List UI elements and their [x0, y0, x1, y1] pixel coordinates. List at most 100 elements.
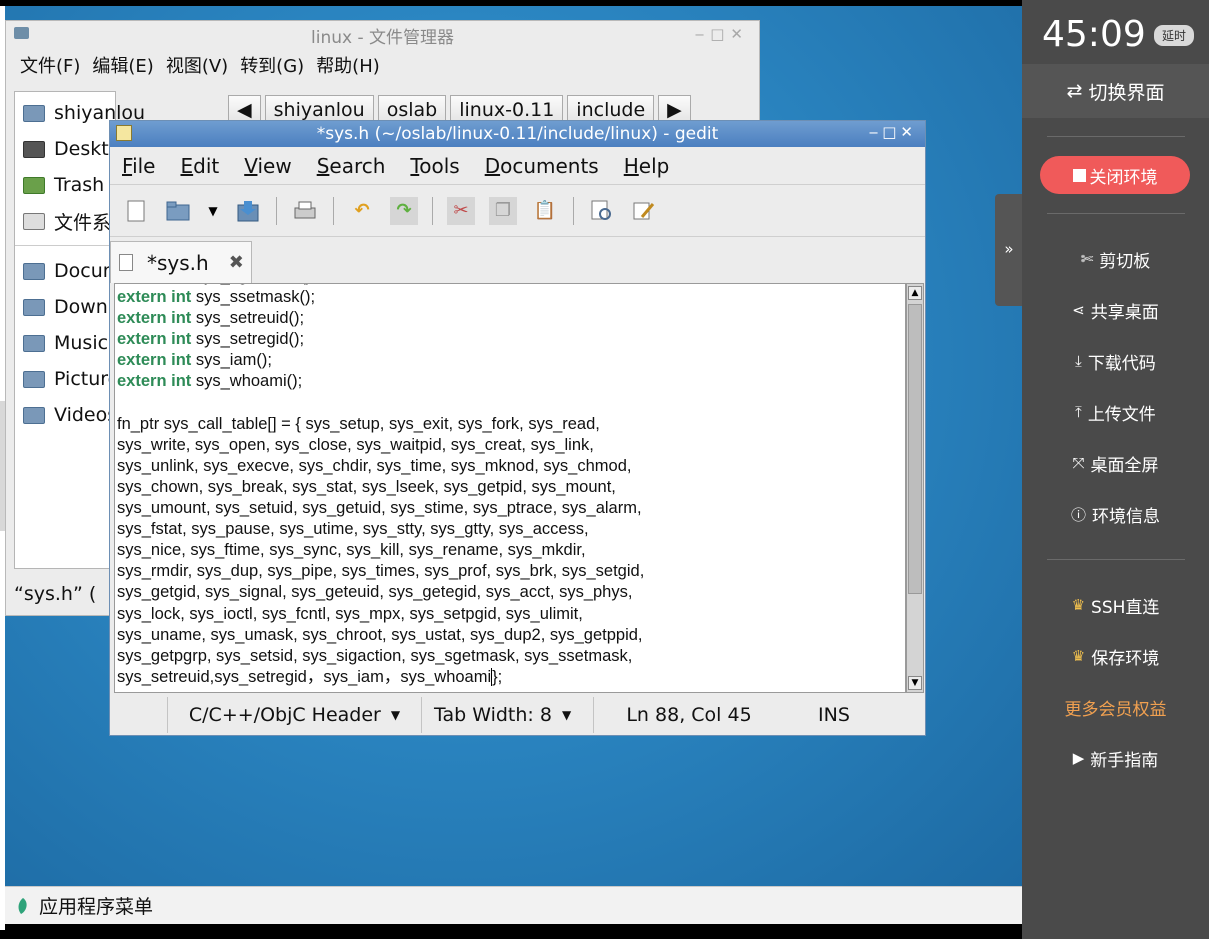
redo-icon[interactable]: ↷	[390, 196, 418, 225]
file-manager-titlebar[interactable]: linux - 文件管理器 ‒□✕	[6, 21, 759, 49]
sidebar-item-videos[interactable]: Videos	[23, 402, 117, 428]
code-token: sys_setreuid,sys_setregid，sys_iam，sys_wh…	[117, 667, 492, 686]
code-token: sys_nice, sys_ftime, sys_sync, sys_kill,…	[117, 541, 586, 560]
save-environment-button[interactable]: ♛ 保存环境	[1022, 641, 1209, 671]
gedit-statusbar: C/C++/ObjC Header ▼ Tab Width: 8 ▼ Ln 88, …	[110, 695, 925, 735]
gedit-titlebar[interactable]: *sys.h (~/oslab/linux-0.11/include/linux…	[110, 121, 925, 147]
scrollbar-thumb[interactable]	[908, 304, 922, 594]
ssh-connect-button[interactable]: ♛ SSH直连	[1022, 590, 1209, 620]
menu-view[interactable]: 视图(V)	[166, 52, 228, 78]
panel-collapse-button[interactable]: »	[995, 194, 1023, 306]
toolbar-separator	[573, 196, 574, 225]
stop-icon	[1072, 168, 1086, 182]
code-token: sys_chown, sys_break, sys_stat, sys_lsee…	[117, 477, 616, 496]
info-icon: ⓘ	[1070, 505, 1086, 524]
trash-icon	[23, 176, 45, 194]
window-controls[interactable]: ‒□✕	[695, 25, 749, 43]
menu-file[interactable]: File	[122, 154, 155, 178]
menu-file[interactable]: 文件(F)	[20, 52, 80, 78]
code-line: sys_lock, sys_ioctl, sys_fcntl, sys_mpx,…	[117, 604, 644, 625]
code-token: sys_unlink, sys_execve, sys_chdir, sys_t…	[117, 456, 632, 475]
environment-info-button[interactable]: ⓘ 环境信息	[1022, 499, 1209, 529]
tab-sys-h[interactable]: *sys.h ✖	[110, 241, 252, 283]
menu-edit[interactable]: 编辑(E)	[92, 52, 153, 78]
folder-icon	[23, 334, 45, 352]
menu-help[interactable]: Help	[624, 154, 670, 178]
menu-go[interactable]: 转到(G)	[240, 52, 304, 78]
crown-icon: ♛	[1071, 647, 1086, 665]
upload-icon: ⤒	[1075, 403, 1082, 421]
toolbar-separator	[276, 196, 277, 225]
menu-documents[interactable]: Documents	[485, 154, 599, 178]
code-editor[interactable]: extern int sys_sgetmask();extern int sys…	[114, 283, 906, 693]
scroll-down-arrow[interactable]: ▼	[908, 676, 922, 690]
sidebar-item-music[interactable]: Music	[23, 330, 108, 356]
close-environment-button[interactable]: 关闭环境	[1040, 156, 1190, 194]
folder-icon	[23, 298, 45, 316]
clipboard-button[interactable]: ✄ 剪切板	[1022, 244, 1209, 274]
code-token: sys_iam();	[191, 351, 272, 370]
undo-icon[interactable]: ↶	[348, 197, 376, 225]
menu-view[interactable]: View	[244, 154, 291, 178]
open-recent-dropdown-icon[interactable]: ▼	[206, 197, 220, 225]
folder-icon	[23, 370, 45, 388]
share-icon: ⋖	[1072, 301, 1085, 319]
crown-icon: ♛	[1071, 596, 1086, 614]
code-line: sys_uname, sys_umask, sys_chroot, sys_us…	[117, 625, 644, 646]
code-text: extern int sys_sgetmask();extern int sys…	[117, 284, 644, 688]
code-line: extern int sys_whoami();	[117, 371, 644, 392]
file-manager-title: linux - 文件管理器	[311, 27, 454, 48]
app-menu-icon[interactable]	[15, 897, 31, 915]
menu-edit[interactable]: Edit	[180, 154, 219, 178]
close-tab-icon[interactable]: ✖	[229, 252, 244, 273]
fullscreen-button[interactable]: ⤧ 桌面全屏	[1022, 448, 1209, 478]
code-line: sys_setreuid,sys_setregid，sys_iam，sys_wh…	[117, 667, 644, 688]
vertical-scrollbar[interactable]: ▲ ▼	[906, 283, 924, 693]
code-token: sys_whoami();	[191, 372, 303, 391]
double-chevron-right-icon: »	[1004, 240, 1014, 258]
upload-file-button[interactable]: ⤒ 上传文件	[1022, 397, 1209, 427]
app-menu-label[interactable]: 应用程序菜单	[39, 892, 153, 919]
find-icon[interactable]	[588, 197, 616, 225]
gedit-window[interactable]: *sys.h (~/oslab/linux-0.11/include/linux…	[109, 120, 926, 736]
document-icon	[119, 254, 133, 271]
code-token: sys_lock, sys_ioctl, sys_fcntl, sys_mpx,…	[117, 604, 583, 623]
code-line: sys_unlink, sys_execve, sys_chdir, sys_t…	[117, 456, 644, 477]
file-manager-menubar: 文件(F) 编辑(E) 视图(V) 转到(G) 帮助(H)	[6, 49, 759, 81]
scissors-icon: ✄	[1080, 250, 1094, 268]
more-benefits-link[interactable]: 更多会员权益	[1022, 692, 1209, 722]
paste-icon[interactable]: 📋	[531, 197, 559, 225]
window-controls[interactable]: ‒□✕	[869, 123, 917, 141]
replace-icon[interactable]	[630, 197, 658, 225]
code-line: sys_rmdir, sys_dup, sys_pipe, sys_times,…	[117, 561, 644, 582]
download-code-button[interactable]: ⤓ 下载代码	[1022, 346, 1209, 376]
menu-help[interactable]: 帮助(H)	[316, 52, 380, 78]
extend-time-button[interactable]: 延时	[1154, 25, 1195, 46]
scroll-up-arrow[interactable]: ▲	[908, 286, 922, 300]
new-document-icon[interactable]	[122, 197, 150, 225]
menu-tools[interactable]: Tools	[410, 154, 459, 178]
print-icon[interactable]	[291, 197, 319, 225]
gedit-toolbar: ▼ ↶ ↷ ✂ ❐ 📋	[110, 185, 925, 237]
open-icon[interactable]	[164, 197, 192, 225]
toolbar-separator	[432, 196, 433, 225]
copy-icon[interactable]: ❐	[489, 196, 517, 225]
swap-icon: ⇄	[1066, 80, 1083, 102]
menu-search[interactable]: Search	[317, 154, 386, 178]
gedit-tabbar: *sys.h ✖	[110, 237, 925, 283]
switch-interface-button[interactable]: ⇄ 切换界面	[1022, 64, 1209, 118]
tab-label: *sys.h	[147, 250, 209, 275]
code-line: extern int sys_iam();	[117, 350, 644, 371]
code-line	[117, 393, 644, 414]
sidebar-item-trash[interactable]: Trash	[23, 172, 104, 198]
code-line: extern int sys_setreuid();	[117, 308, 644, 329]
beginner-guide-button[interactable]: ▶ 新手指南	[1022, 743, 1209, 773]
code-line: sys_getgid, sys_signal, sys_geteuid, sys…	[117, 582, 644, 603]
language-selector[interactable]: C/C++/ObjC Header ▼	[168, 697, 422, 733]
save-icon[interactable]	[234, 197, 262, 225]
play-icon: ▶	[1072, 749, 1085, 767]
share-desktop-button[interactable]: ⋖ 共享桌面	[1022, 295, 1209, 325]
code-line: sys_getpgrp, sys_setsid, sys_sigaction, …	[117, 646, 644, 667]
tab-width-selector[interactable]: Tab Width: 8 ▼	[422, 697, 594, 733]
cut-icon[interactable]: ✂	[447, 196, 475, 225]
